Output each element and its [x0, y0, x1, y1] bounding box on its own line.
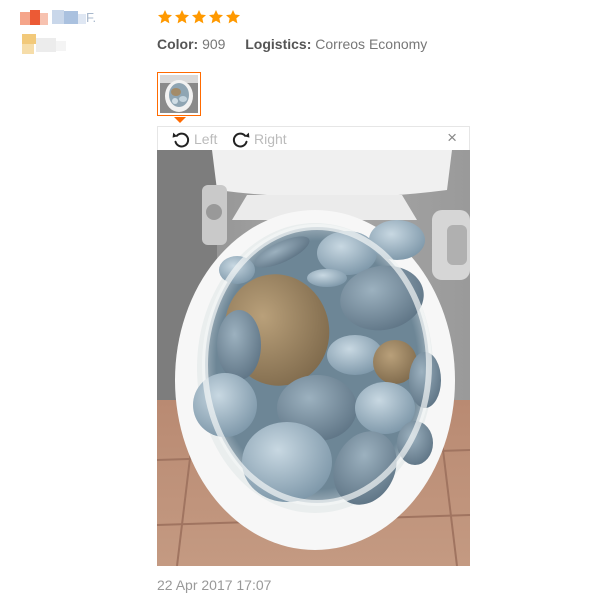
logistics-value: Correos Economy — [315, 36, 428, 52]
avatar — [18, 8, 88, 63]
star-icon — [158, 10, 172, 24]
review-date: 22 Apr 2017 17:07 — [157, 577, 272, 593]
star-icon — [209, 10, 223, 24]
rotate-right-button[interactable]: Right — [230, 128, 287, 150]
close-icon[interactable]: × — [447, 129, 457, 146]
rotate-right-icon — [232, 132, 250, 148]
thumbnail-selected-caret — [174, 117, 186, 123]
rotate-left-icon — [172, 132, 190, 148]
rotate-left-button[interactable]: Left — [170, 128, 217, 150]
star-icon — [226, 10, 240, 24]
star-icon — [192, 10, 206, 24]
color-label: Color: — [157, 36, 199, 52]
review-meta: Color: 909 Logistics: Correos Economy — [157, 36, 427, 52]
toilet-stones-thumbnail-image — [160, 75, 198, 113]
review-photo — [157, 150, 470, 566]
photo-viewer-toolbar: Left Right × — [157, 126, 470, 150]
logistics-label: Logistics: — [245, 36, 312, 52]
reviewer-name-suffix: F. — [86, 10, 97, 25]
star-icon — [175, 10, 189, 24]
rotate-left-label: Left — [194, 131, 218, 147]
rating-stars — [157, 9, 241, 25]
review-photo-thumbnail[interactable] — [157, 72, 201, 116]
rotate-right-label: Right — [254, 131, 287, 147]
color-value: 909 — [202, 36, 226, 52]
